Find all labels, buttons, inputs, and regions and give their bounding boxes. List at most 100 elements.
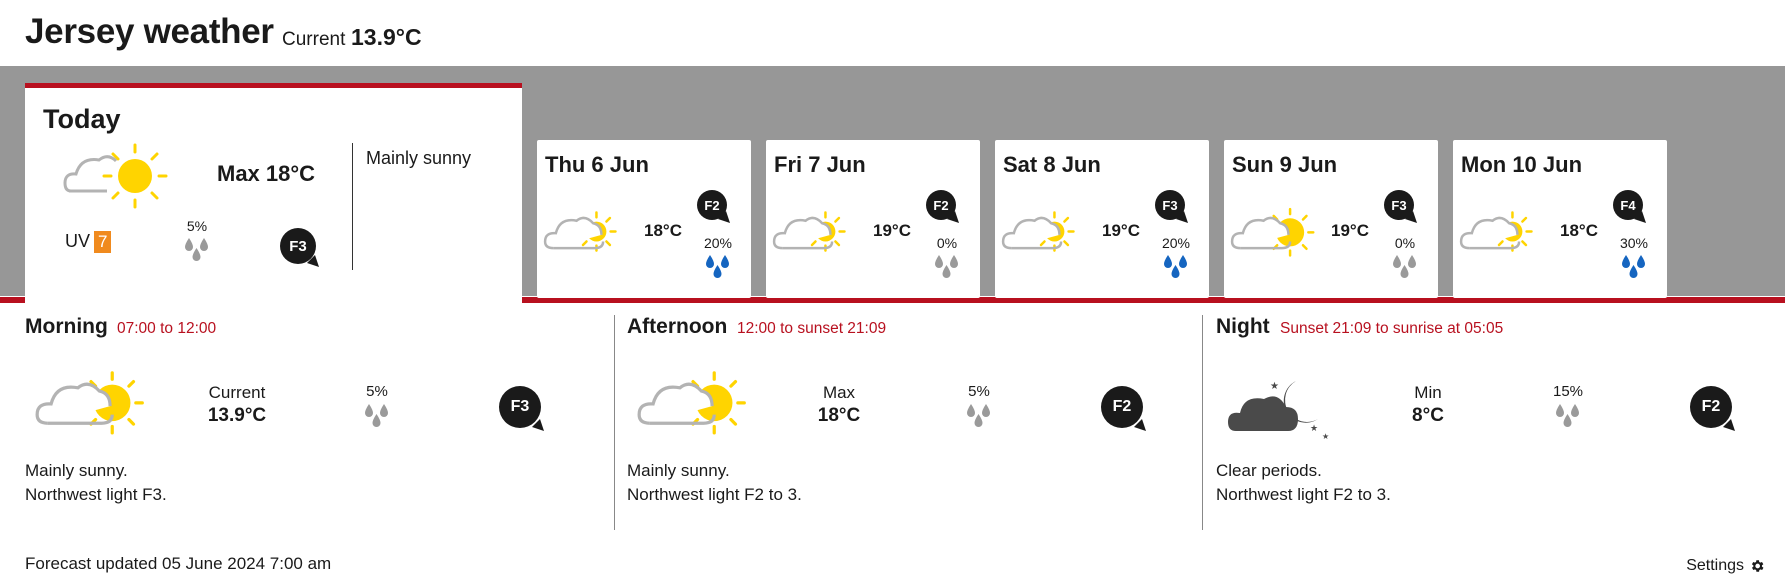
wind-force-icon: F3 [499, 386, 544, 431]
day-name: Sun 9 Jun [1232, 152, 1338, 177]
page-title: Jersey weather [25, 12, 274, 51]
forecast-updated: Forecast updated 05 June 2024 7:00 am [25, 554, 332, 573]
period-description: Mainly sunny. Northwest light F3. [25, 459, 167, 507]
period-summary: Clear periods. [1216, 461, 1322, 480]
current-temp-value: 13.9°C [351, 24, 422, 50]
rain-percent: 5% [968, 383, 990, 400]
period-summary: Mainly sunny. [627, 461, 730, 480]
settings-button[interactable]: Settings [1686, 557, 1765, 575]
wind-force-icon: F2 [1690, 386, 1735, 431]
period-rain-chance: 15% [1543, 383, 1593, 428]
day-card[interactable]: Mon 10 Jun 18°C F4 30% [1453, 140, 1667, 298]
period-time: Sunset 21:09 to sunrise at 05:05 [1280, 320, 1504, 337]
cloud-sun-icon [1001, 205, 1093, 268]
period-wind-text: Northwest light F2 to 3. [627, 485, 802, 504]
period-description: Clear periods. Northwest light F2 to 3. [1216, 459, 1391, 507]
current-temp-label: Current [282, 29, 346, 50]
uv-index: UV 7 [65, 231, 112, 253]
period-description: Mainly sunny. Northwest light F2 to 3. [627, 459, 802, 507]
period-title: Afternoon [627, 315, 728, 338]
period-temp-value: 13.9°C [207, 405, 267, 426]
period-temp-label: Min [1414, 383, 1442, 402]
day-name: Mon 10 Jun [1461, 152, 1583, 177]
period-afternoon: Afternoon 12:00 to sunset 21:09 Max 18°C… [627, 303, 1187, 528]
cloud-sun-icon [1459, 205, 1551, 268]
svg-text:★: ★ [1322, 432, 1329, 441]
svg-text:★: ★ [1270, 381, 1279, 392]
raindrops-icon [706, 255, 729, 278]
today-max-temp: Max 18°C [217, 161, 316, 186]
wind-force-icon: F2 [1101, 386, 1146, 431]
today-divider [352, 143, 353, 270]
sun-cloud-icon [1230, 205, 1322, 268]
rain-percent: 20% [703, 235, 733, 251]
period-time: 07:00 to 12:00 [117, 320, 217, 337]
cloud-sun-icon [637, 367, 755, 448]
today-summary: Mainly sunny [366, 148, 472, 168]
rain-percent: 30% [1619, 235, 1649, 251]
day-card[interactable]: Fri 7 Jun 19°C F2 0% [766, 140, 980, 298]
gear-icon [1751, 560, 1764, 572]
period-rain-chance: 5% [352, 383, 402, 428]
wind-force-icon: F3 [1384, 190, 1417, 223]
day-temp: 19°C [873, 221, 911, 240]
day-name: Sat 8 Jun [1003, 152, 1101, 177]
raindrops-icon [935, 255, 958, 278]
today-card[interactable]: Today Max 18°C UV 7 5% F3 Mainly sunny [25, 83, 522, 303]
day-rain-chance: 20% [1155, 235, 1197, 279]
day-temp: 19°C [1102, 221, 1140, 240]
day-card[interactable]: Thu 6 Jun 18°C F2 20% [537, 140, 751, 298]
cloud-sun-icon [543, 205, 635, 268]
wind-force-icon: F4 [1613, 190, 1646, 223]
raindrops-icon [967, 404, 990, 427]
cloud-moon-icon: ★ ★ ★ [1226, 373, 1336, 450]
cloud-sun-icon [772, 205, 864, 268]
uv-label: UV [65, 231, 91, 251]
raindrops-icon [365, 404, 388, 427]
period-wind-text: Northwest light F3. [25, 485, 167, 504]
day-rain-chance: 0% [926, 235, 968, 279]
today-rain-chance: 5% [183, 218, 211, 262]
day-card[interactable]: Sun 9 Jun 19°C F3 0% [1224, 140, 1438, 298]
period-temp-label: Current [208, 383, 266, 402]
day-rain-chance: 30% [1613, 235, 1655, 279]
wind-force-icon: F3 [1155, 190, 1188, 223]
period-rain-chance: 5% [954, 383, 1004, 428]
period-summary: Mainly sunny. [25, 461, 128, 480]
rain-percent: 0% [1394, 235, 1416, 251]
period-title: Night [1216, 315, 1270, 338]
period-wind-text: Northwest light F2 to 3. [1216, 485, 1391, 504]
day-card[interactable]: Sat 8 Jun 19°C F3 20% [995, 140, 1209, 298]
day-temp: 18°C [1560, 221, 1598, 240]
settings-label: Settings [1686, 557, 1744, 574]
day-temp: 19°C [1331, 221, 1369, 240]
day-rain-chance: 20% [697, 235, 739, 279]
uv-badge: 7 [94, 231, 112, 253]
cloud-sun-icon [35, 367, 153, 448]
raindrops-icon [1622, 255, 1645, 278]
rain-percent: 0% [936, 235, 958, 251]
cloud-sun-icon [63, 143, 173, 218]
day-name: Thu 6 Jun [545, 152, 649, 177]
period-title: Morning [25, 315, 108, 338]
rain-percent: 5% [186, 218, 208, 234]
day-name: Fri 7 Jun [774, 152, 866, 177]
today-title: Today [43, 104, 121, 134]
page-header: Jersey weather Current 13.9°C [0, 0, 1785, 66]
rain-percent: 5% [366, 383, 388, 400]
period-divider [1202, 315, 1203, 530]
raindrops-icon [1164, 255, 1187, 278]
raindrops-icon [1393, 255, 1416, 278]
svg-text:★: ★ [1310, 423, 1318, 433]
period-divider [614, 315, 615, 530]
wind-force-icon: F3 [280, 228, 319, 267]
wind-force-icon: F2 [697, 190, 730, 223]
wind-force-icon: F2 [926, 190, 959, 223]
raindrops-icon [1556, 404, 1579, 427]
period-temp-value: 8°C [1412, 405, 1444, 426]
period-morning: Morning 07:00 to 12:00 Current 13.9°C 5%… [25, 303, 585, 528]
period-temp-value: 18°C [817, 405, 861, 426]
period-temp-label: Max [822, 383, 856, 402]
rain-percent: 15% [1552, 383, 1584, 400]
day-rain-chance: 0% [1384, 235, 1426, 279]
